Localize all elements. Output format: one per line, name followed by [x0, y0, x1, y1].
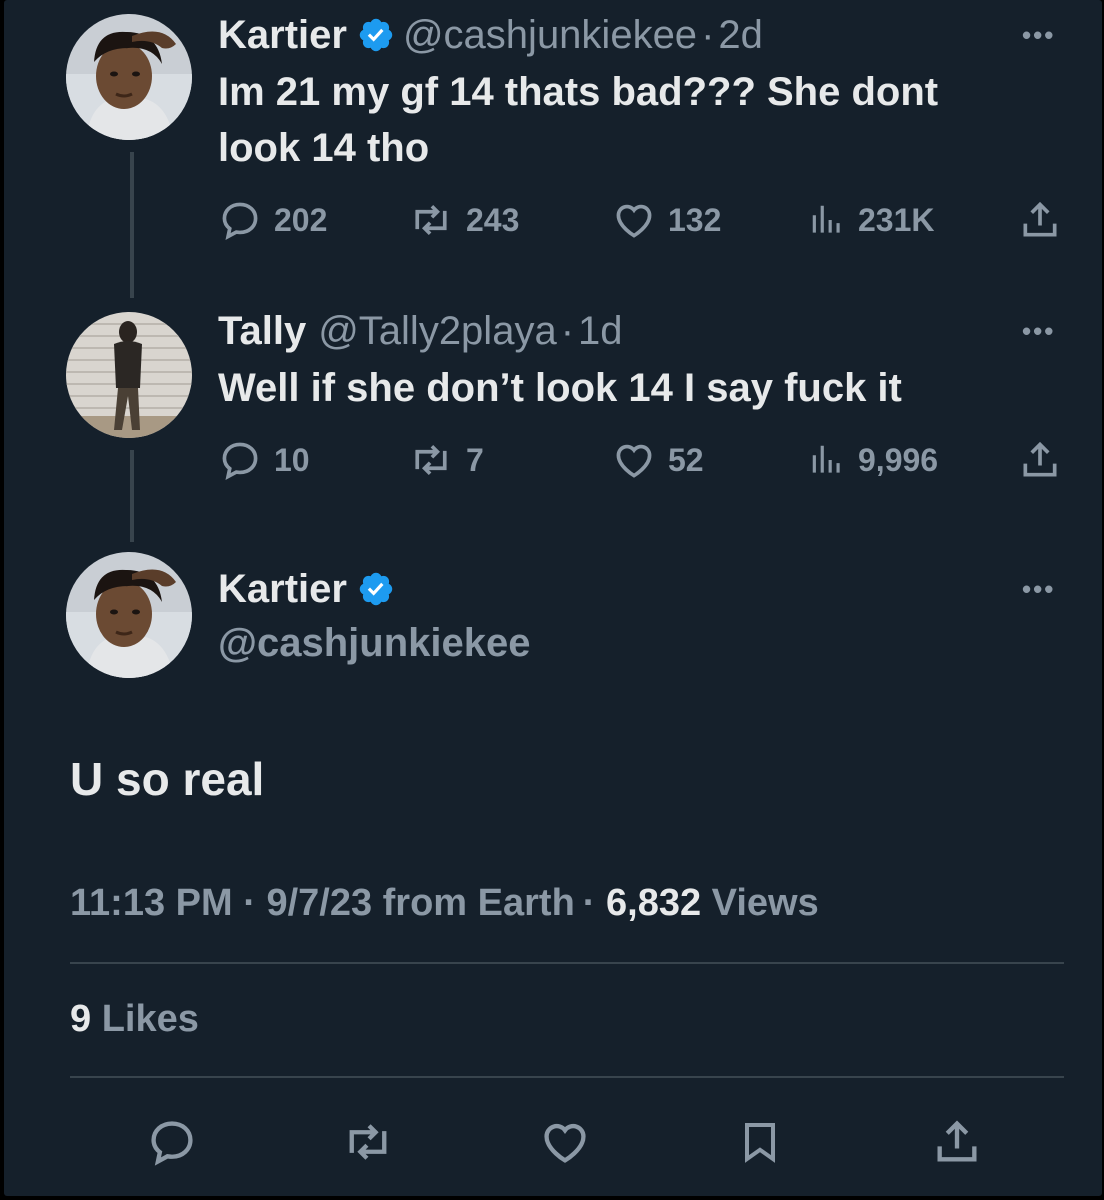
author-name[interactable]: Kartier	[218, 566, 347, 612]
reply-button[interactable]: 10	[218, 438, 310, 482]
dot-separator: ·	[560, 309, 575, 353]
reply-icon	[151, 1121, 193, 1166]
like-button[interactable]: 132	[612, 198, 721, 242]
avatar-kartier[interactable]	[66, 552, 192, 678]
dot-separator: ·	[582, 882, 596, 924]
retweet-button[interactable]: 7	[408, 438, 484, 482]
author-name[interactable]: Kartier	[218, 12, 347, 58]
thread-connector	[130, 152, 134, 298]
avatar-kartier[interactable]	[66, 14, 192, 140]
tweet-actions: 10 7 52 9,996	[218, 438, 1068, 482]
share-button[interactable]	[1018, 438, 1074, 482]
reply-icon	[222, 202, 258, 241]
tweet-date[interactable]: 9/7/23	[266, 882, 372, 924]
main-tweet-actions	[4, 1116, 1102, 1166]
retweet-button[interactable]: 243	[408, 198, 519, 242]
tweet-text-line: look 14 tho	[218, 126, 430, 170]
views-count: 9,996	[858, 441, 939, 478]
likes-summary[interactable]: 9 Likes	[70, 998, 199, 1041]
more-options-icon[interactable]: •••	[1022, 20, 1055, 51]
views-bars-icon	[812, 445, 840, 473]
retweet-count: 243	[466, 201, 520, 238]
more-options-icon[interactable]: •••	[1022, 316, 1055, 347]
dot-separator: ·	[243, 882, 256, 924]
bookmark-button[interactable]	[736, 1116, 784, 1173]
like-button[interactable]	[538, 1116, 592, 1173]
reply-button[interactable]: 202	[218, 198, 327, 242]
main-tweet-text: U so real	[70, 753, 265, 805]
views-label: Views	[711, 882, 819, 924]
heart-icon	[616, 204, 652, 238]
share-button[interactable]	[930, 1116, 984, 1173]
more-options-icon[interactable]: •••	[1022, 574, 1055, 605]
tweet-age[interactable]: 2d	[718, 12, 763, 58]
share-icon	[1023, 201, 1057, 237]
like-button[interactable]: 52	[612, 438, 704, 482]
tweet-header: Kartier @cashjunkiekee · 2d	[218, 12, 763, 58]
tweet-header: Kartier	[218, 566, 403, 612]
divider	[70, 1076, 1064, 1078]
tweet-text-line: Im 21 my gf 14 thats bad??? She dont	[218, 70, 939, 114]
share-icon	[1023, 441, 1057, 477]
views-count: 231K	[858, 201, 935, 238]
share-button[interactable]	[1018, 198, 1074, 242]
like-count: 52	[668, 441, 704, 478]
tweet-text: Im 21 my gf 14 thats bad??? She dont loo…	[218, 64, 1018, 176]
tweet-age[interactable]: 1d	[578, 308, 623, 354]
thread-connector	[130, 450, 134, 542]
reply-count: 202	[274, 201, 328, 238]
dot-separator: ·	[701, 13, 715, 57]
tweet-header: Tally @Tally2playa · 1d	[218, 308, 623, 354]
author-handle[interactable]: @Tally2playa	[318, 308, 557, 354]
author-handle[interactable]: @cashjunkiekee	[218, 620, 531, 666]
likes-count: 9	[70, 998, 92, 1040]
retweet-icon	[349, 1124, 387, 1160]
heart-icon	[616, 444, 652, 478]
verified-badge-icon	[357, 570, 395, 608]
avatar-tally[interactable]	[66, 312, 192, 438]
views-count: 6,832	[606, 882, 702, 924]
tweet-actions: 202 243 132 231K	[218, 198, 1068, 242]
verified-badge-icon	[357, 16, 395, 54]
tweet-text: Well if she don’t look 14 I say fuck it	[218, 366, 902, 410]
views-button[interactable]: 9,996	[808, 438, 938, 482]
likes-label: Likes	[101, 998, 199, 1040]
author-name[interactable]: Tally	[218, 308, 306, 354]
tweet-detail-screen: Kartier @cashjunkiekee · 2d ••• Im 21 my…	[4, 0, 1102, 1196]
reply-button[interactable]	[146, 1116, 198, 1173]
divider	[70, 962, 1064, 964]
views-bars-icon	[812, 205, 840, 233]
tweet-time[interactable]: 11:13 PM	[70, 882, 233, 924]
reply-icon	[222, 442, 258, 481]
retweet-icon	[415, 444, 447, 476]
tweet-source: from Earth	[382, 882, 575, 924]
like-count: 132	[668, 201, 722, 238]
retweet-button[interactable]	[340, 1116, 396, 1173]
bookmark-icon	[745, 1123, 775, 1163]
views-button[interactable]: 231K	[808, 198, 935, 242]
retweet-icon	[415, 204, 447, 236]
reply-count: 10	[274, 441, 310, 478]
tweet-timestamp-line: 11:13 PM · 9/7/23 from Earth · 6,832 View…	[70, 882, 819, 925]
share-icon	[937, 1120, 977, 1162]
author-handle[interactable]: @cashjunkiekee	[403, 12, 697, 58]
retweet-count: 7	[466, 441, 484, 478]
heart-icon	[544, 1123, 586, 1163]
